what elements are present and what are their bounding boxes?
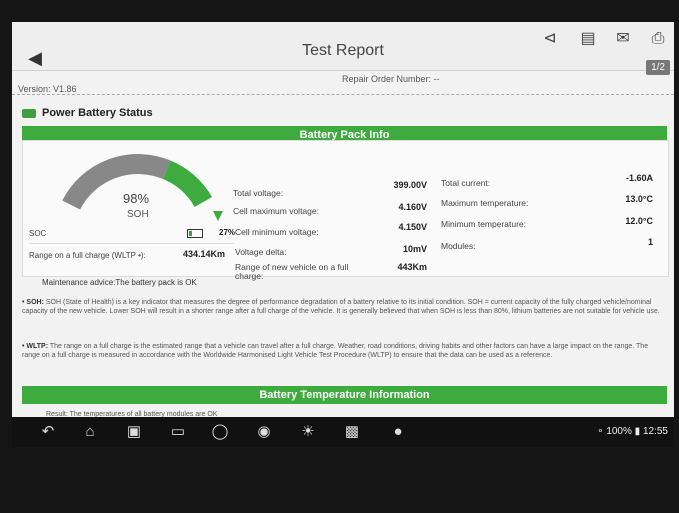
screen: ◀ Test Report ⊲ ▤ ✉ ⎙ 1/2 Version: V1.86…: [12, 22, 674, 447]
new-range-label: Range of new vehicle on a full charge:: [235, 262, 349, 281]
section-title-text: Power Battery Status: [42, 107, 153, 119]
browser-icon[interactable]: ◯: [210, 423, 230, 441]
status-bar: ∘ 100% ▮ 12:55: [597, 426, 668, 437]
maintenance-advice: Maintenance advice:The battery pack is O…: [42, 278, 197, 287]
min-temp-label: Minimum temperature:: [441, 219, 527, 229]
soh-note-key: • SOH:: [22, 299, 44, 306]
share-icon[interactable]: ⊲: [539, 28, 561, 50]
soh-note: • SOH: SOH (State of Health) is a key in…: [22, 298, 662, 316]
new-range-value: 443Km: [397, 262, 427, 272]
soh-note-text: SOH (State of Health) is a key indicator…: [22, 299, 660, 315]
battery-level: 100%: [606, 426, 632, 437]
modules-value: 1: [647, 237, 653, 247]
soh-label: SOH: [127, 209, 149, 220]
cell-max-voltage-value: 4.160V: [398, 202, 427, 212]
range-label: Range on a full charge (WLTP •):: [29, 251, 146, 260]
battery-section-icon: [22, 108, 36, 118]
battery-status-icon: ▮: [634, 426, 641, 437]
soc-label: SOC: [29, 229, 47, 238]
cell-max-voltage-label: Cell maximum voltage:: [233, 206, 319, 216]
back-nav-icon[interactable]: ↶: [38, 423, 58, 441]
soh-value: 98%: [123, 191, 150, 206]
wltp-note-text: The range on a full charge is the estima…: [22, 343, 649, 359]
wifi-icon: ∘: [597, 426, 604, 437]
soc-value: 27%: [219, 228, 236, 237]
battery-icon: [187, 229, 203, 238]
app-home-icon[interactable]: ▣: [124, 423, 144, 441]
total-voltage-value: 399.00V: [393, 180, 427, 190]
version-label: Version: V1.86: [18, 84, 77, 94]
mail-icon[interactable]: ✉: [612, 28, 634, 50]
print-icon[interactable]: ⎙: [647, 28, 669, 50]
brightness-icon[interactable]: ☀: [298, 423, 318, 441]
cell-min-voltage-label: Cell minimum voltage:: [235, 227, 319, 237]
gauge-fill: [162, 160, 212, 208]
voltage-delta-value: 10mV: [402, 244, 427, 254]
battery-pack-panel: 98% SOH SOC 27% Range on a full charge (…: [22, 140, 669, 281]
total-current-label: Total current:: [441, 178, 491, 188]
android-nav-bar: ↶ ⌂ ▣ ▭ ◯ ◉ ☀ ▩ ● ∘ 100% ▮ 12:55: [12, 417, 674, 447]
total-voltage-label: Total voltage:: [233, 188, 284, 198]
repair-order-label: Repair Order Number: --: [342, 74, 440, 84]
section-title: Power Battery Status: [22, 107, 153, 119]
page-title: Test Report: [302, 42, 384, 59]
divider: [29, 243, 234, 244]
modules-label: Modules:: [441, 241, 476, 251]
pdf-icon[interactable]: ▤: [577, 28, 599, 50]
max-temp-value: 13.0°C: [625, 194, 653, 204]
max-temp-label: Maximum temperature:: [441, 198, 529, 208]
clock: 12:55: [642, 426, 668, 437]
total-current-value: -1.60A: [625, 173, 653, 183]
home-icon[interactable]: ⌂: [80, 423, 100, 441]
vehicle-icon[interactable]: ▩: [342, 423, 362, 441]
recent-apps-icon[interactable]: ▭: [168, 423, 188, 441]
user-vehicle-icon[interactable]: ●: [388, 423, 408, 441]
gauge-pointer: [213, 211, 223, 221]
page-indicator: 1/2: [646, 60, 670, 75]
voltage-delta-label: Voltage delta:: [235, 247, 287, 257]
range-value: 434.14Km: [183, 249, 226, 259]
wltp-note-key: • WLTP:: [22, 343, 49, 350]
camera-icon[interactable]: ◉: [254, 423, 274, 441]
battery-temp-info-header: Battery Temperature Information: [22, 386, 667, 404]
cell-min-voltage-value: 4.150V: [398, 222, 427, 232]
top-bar: ◀ Test Report ⊲ ▤ ✉ ⎙ 1/2: [12, 22, 674, 75]
report-meta: Version: V1.86 Repair Order Number: --: [12, 74, 674, 95]
wltp-note: • WLTP: The range on a full charge is th…: [22, 342, 662, 360]
min-temp-value: 12.0°C: [625, 216, 653, 226]
gauge-track: [62, 154, 171, 210]
